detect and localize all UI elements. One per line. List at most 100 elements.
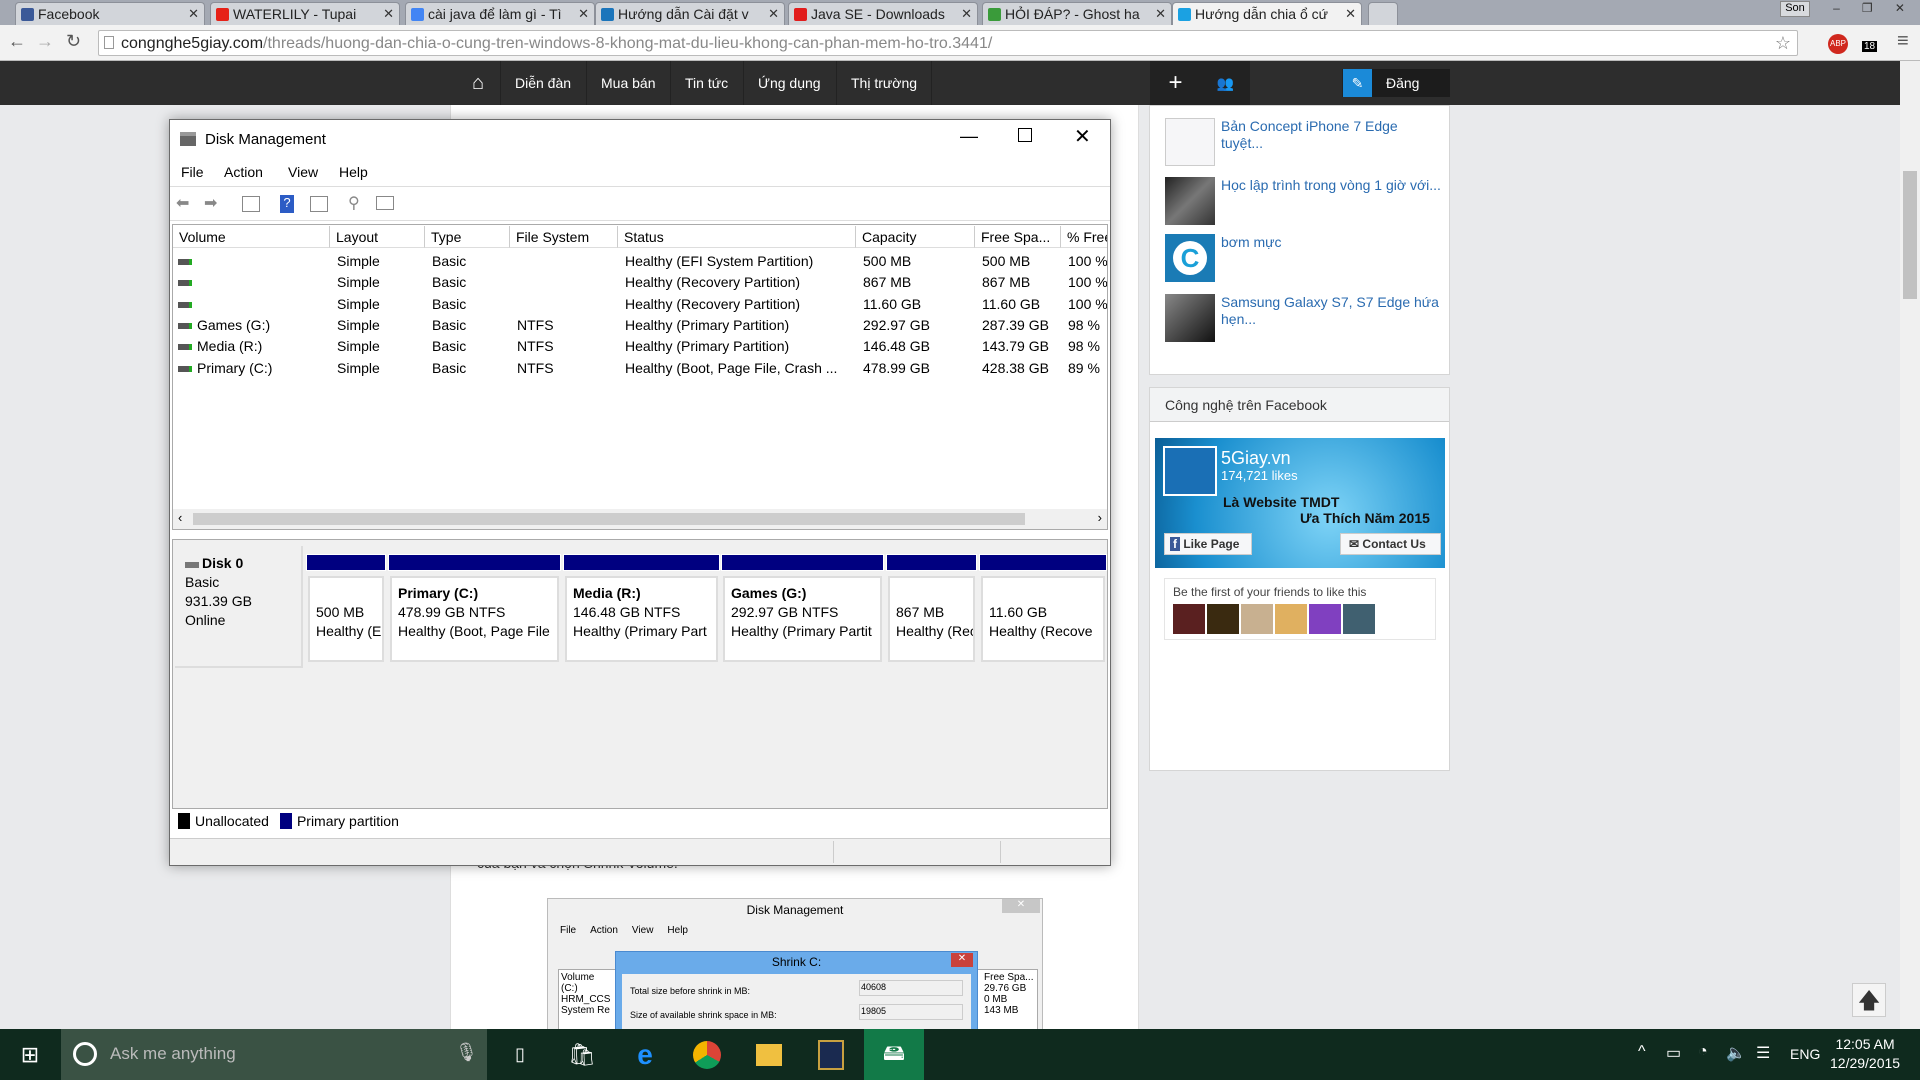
avatar[interactable] — [1173, 604, 1205, 634]
minimize-button[interactable]: — — [960, 126, 978, 147]
column-header[interactable]: % Free — [1061, 226, 1107, 248]
sidebar-item[interactable]: Bản Concept iPhone 7 Edge tuyệt... — [1165, 118, 1445, 168]
close-icon[interactable]: ✕ — [1895, 1, 1905, 17]
tab-close-icon[interactable]: ✕ — [383, 6, 394, 22]
disk-0-label[interactable]: Disk 0 Basic 931.39 GB Online — [175, 546, 303, 668]
table-row[interactable]: Primary (C:) Simple Basic NTFS Healthy (Boot… — [173, 359, 1107, 380]
start-button[interactable]: ⊞ — [5, 1029, 55, 1080]
home-icon[interactable]: ⌂ — [458, 61, 498, 105]
sidebar-item-title[interactable]: Samsung Galaxy S7, S7 Edge hứa hẹn... — [1221, 294, 1441, 328]
partition-block[interactable]: Media (R:) 146.48 GB NTFS Healthy (Primary… — [563, 554, 720, 662]
address-bar[interactable]: congnghe5giay.com/threads/huong-dan-chia… — [98, 30, 1798, 56]
minimize-icon[interactable]: – — [1833, 1, 1840, 17]
browser-tab[interactable]: HỎI ĐÁP? - Ghost ha ✕ — [982, 2, 1172, 25]
menu-action[interactable]: Action — [224, 164, 263, 180]
avatar[interactable] — [1309, 604, 1341, 634]
nav-thi-truong[interactable]: Thị trường — [836, 61, 933, 105]
action-center-icon[interactable]: ☰ — [1756, 1043, 1770, 1063]
browser-tab[interactable]: WATERLILY - Tupai ✕ — [210, 2, 400, 25]
contact-us-button[interactable]: ✉ Contact Us — [1340, 533, 1441, 555]
window-controls[interactable]: – ❐ ✕ — [1822, 1, 1916, 17]
clock[interactable]: 12:05 AM 12/29/2015 — [1830, 1035, 1900, 1073]
table-row[interactable]: Simple Basic Healthy (Recovery Partition) 1… — [173, 295, 1107, 316]
back-icon[interactable]: ⬅ — [176, 193, 189, 213]
nav-ung-dung[interactable]: Ứng dụng — [743, 61, 835, 105]
tab-close-icon[interactable]: ✕ — [188, 6, 199, 22]
language-indicator[interactable]: ENG — [1790, 1046, 1820, 1062]
browser-tab[interactable]: Hướng dẫn chia ổ cứ ✕ — [1172, 2, 1362, 25]
tab-close-icon[interactable]: ✕ — [961, 6, 972, 22]
properties-icon[interactable] — [376, 196, 394, 210]
disk-management-taskbar-icon[interactable]: 🖴 — [864, 1029, 924, 1080]
tab-close-icon[interactable]: ✕ — [768, 6, 779, 22]
table-row[interactable]: Media (R:) Simple Basic NTFS Healthy (Primar… — [173, 337, 1107, 358]
battery-icon[interactable]: ▭ — [1666, 1043, 1681, 1063]
nav-mua-ban[interactable]: Mua bán — [586, 61, 669, 105]
plus-icon[interactable]: + — [1150, 61, 1200, 105]
chrome-icon[interactable] — [682, 1029, 732, 1080]
nav-dien-dan[interactable]: Diễn đàn — [500, 61, 585, 105]
partition-block[interactable]: 867 MB Healthy (Recovery — [886, 554, 977, 662]
connect-icon[interactable]: ⚲ — [348, 193, 360, 213]
table-row[interactable]: Simple Basic Healthy (EFI System Partition… — [173, 252, 1107, 273]
restore-icon[interactable]: ❐ — [1862, 1, 1873, 17]
avatar[interactable] — [1275, 604, 1307, 634]
column-header[interactable]: Type — [425, 226, 510, 248]
menu-icon[interactable]: ≡ — [1897, 30, 1909, 53]
members-icon[interactable]: 👥 — [1200, 61, 1250, 105]
browser-tab[interactable]: Hướng dẫn Cài đặt v ✕ — [595, 2, 785, 25]
back-icon[interactable]: ← — [8, 31, 26, 52]
microphone-icon[interactable]: 🎙 — [455, 1042, 478, 1063]
console-tree-icon[interactable] — [242, 196, 260, 212]
partition-block[interactable]: 500 MB Healthy (EFI System Partition) — [306, 554, 386, 662]
profile-button[interactable]: Son — [1780, 1, 1810, 17]
wifi-icon[interactable]: ◔ — [1698, 1043, 1708, 1061]
menu-help[interactable]: Help — [339, 164, 368, 180]
partition-block[interactable]: Primary (C:) 478.99 GB NTFS Healthy (Boot,… — [388, 554, 561, 662]
like-page-button[interactable]: f Like Page — [1164, 533, 1252, 555]
browser-tab[interactable]: Facebook ✕ — [15, 2, 205, 25]
scrollbar-thumb[interactable] — [1903, 171, 1917, 299]
sidebar-item-title[interactable]: Học lập trình trong vòng 1 giờ với... — [1221, 177, 1441, 194]
scroll-top-button[interactable]: 🡅 — [1852, 983, 1886, 1017]
post-button[interactable]: Đăng tin — [1372, 69, 1450, 119]
new-tab-button[interactable] — [1368, 2, 1398, 25]
partition-block[interactable]: 11.60 GB Healthy (Recove — [979, 554, 1107, 662]
nav-tin-tuc[interactable]: Tin tức — [670, 61, 742, 105]
sidebar-item-title[interactable]: Bản Concept iPhone 7 Edge tuyệt... — [1221, 118, 1441, 152]
post-icon[interactable]: ✎ — [1342, 69, 1372, 97]
extension-badge[interactable]: 18 — [1862, 41, 1878, 52]
adblock-icon[interactable]: ABP — [1828, 34, 1848, 54]
tab-close-icon[interactable]: ✕ — [578, 6, 589, 22]
page-scrollbar[interactable] — [1900, 61, 1920, 1030]
tab-close-icon[interactable]: ✕ — [1155, 6, 1166, 22]
scroll-right-icon[interactable]: › — [1098, 510, 1102, 525]
menu-view[interactable]: View — [288, 164, 318, 180]
browser-tab[interactable]: cài java để làm gì - Tì ✕ — [405, 2, 595, 25]
avatar[interactable] — [1343, 604, 1375, 634]
sidebar-item[interactable]: Học lập trình trong vòng 1 giờ với... — [1165, 177, 1445, 227]
sidebar-item[interactable]: Cbơm mực — [1165, 234, 1445, 284]
column-header[interactable]: Volume — [173, 226, 330, 248]
store-icon[interactable]: 🛍 — [557, 1029, 607, 1080]
table-row[interactable]: Simple Basic Healthy (Recovery Partition) 8… — [173, 273, 1107, 294]
help-icon[interactable]: ? — [280, 195, 294, 213]
column-header[interactable]: Free Spa... — [975, 226, 1061, 248]
bookmark-star-icon[interactable]: ☆ — [1775, 33, 1791, 54]
avatar[interactable] — [1241, 604, 1273, 634]
league-of-legends-icon[interactable] — [806, 1029, 856, 1080]
column-header[interactable]: Status — [618, 226, 856, 248]
horizontal-scrollbar[interactable]: ‹ › — [173, 509, 1107, 529]
forward-icon[interactable]: ➡ — [204, 193, 217, 213]
menu-file[interactable]: File — [181, 164, 204, 180]
edge-icon[interactable]: e — [620, 1029, 670, 1080]
show-hidden-icons[interactable]: ^ — [1638, 1043, 1646, 1061]
browser-tab[interactable]: Java SE - Downloads ✕ — [788, 2, 978, 25]
tab-close-icon[interactable]: ✕ — [1345, 6, 1356, 22]
avatar[interactable] — [1207, 604, 1239, 634]
task-view-icon[interactable]: ▯ — [495, 1029, 545, 1080]
column-header[interactable]: Layout — [330, 226, 425, 248]
scroll-left-icon[interactable]: ‹ — [178, 510, 182, 525]
column-header[interactable]: File System — [510, 226, 618, 248]
file-explorer-icon[interactable] — [744, 1029, 794, 1080]
